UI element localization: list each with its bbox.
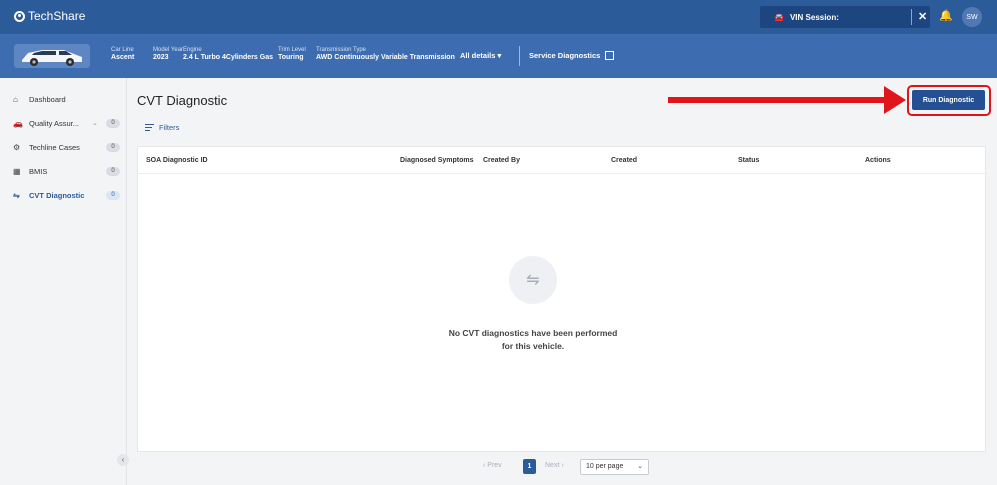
transmission-label: Transmission Type	[316, 47, 367, 53]
vin-session-field[interactable]: 🚘 VIN Session: ✕	[760, 6, 930, 28]
car-line-field: Car Line Ascent	[111, 47, 134, 61]
engine-label: Engine	[183, 47, 202, 53]
trim-level-value: Touring	[278, 54, 304, 61]
grid-icon: ▦	[13, 166, 21, 176]
all-details-dropdown[interactable]: All details ▾	[460, 51, 501, 60]
column-header[interactable]: Created By	[483, 157, 520, 164]
home-icon: ⌂	[13, 94, 18, 104]
diagnostic-icon: ⇋	[509, 256, 557, 304]
column-header: Actions	[865, 157, 891, 164]
car-icon: 🚘	[774, 12, 784, 22]
column-header[interactable]: Status	[738, 157, 759, 164]
per-page-value: 10 per page	[586, 463, 624, 470]
vehicle-bar-divider	[519, 46, 520, 66]
empty-state-message: No CVT diagnostics have been performed f…	[448, 328, 618, 351]
next-page-button[interactable]: Next ›	[545, 462, 564, 469]
trim-level-field: Trim Level Touring	[278, 47, 306, 61]
sidebar-item-dashboard[interactable]: ⌂ Dashboard	[0, 87, 127, 111]
vehicle-info-bar: Car Line Ascent Model Year 2023 Engine 2…	[0, 34, 997, 78]
sidebar-item-label: BMIS	[29, 166, 48, 176]
transmission-field: Transmission Type AWD Continuously Varia…	[316, 47, 455, 61]
brand-logo[interactable]: TechShare	[14, 9, 85, 23]
filters-label: Filters	[159, 123, 180, 132]
chevron-down-icon[interactable]: ⌄	[92, 119, 98, 127]
sidebar-item-quality-assurance[interactable]: 🚗 Quality Assur... ⌄ 0	[0, 111, 127, 135]
vin-divider	[911, 9, 912, 25]
diagnostics-table: SOA Diagnostic ID Diagnosed Symptoms Cre…	[137, 146, 986, 452]
sidebar-item-label: Dashboard	[29, 94, 66, 104]
count-badge: 0	[106, 190, 120, 200]
sidebar-item-label: CVT Diagnostic	[29, 190, 85, 200]
vin-session-label: VIN Session:	[789, 12, 839, 22]
external-link-icon	[605, 51, 615, 60]
collapse-sidebar-button[interactable]: ‹	[117, 454, 129, 466]
sidebar-item-label: Techline Cases	[29, 142, 80, 152]
filter-icon	[145, 124, 154, 132]
transmission-value: AWD Continuously Variable Transmission	[316, 54, 455, 61]
prev-page-button[interactable]: ‹ Prev	[483, 462, 502, 469]
brand-name: TechShare	[28, 9, 86, 23]
car-icon: 🚗	[13, 118, 23, 128]
page-number-button[interactable]: 1	[523, 459, 536, 474]
model-year-field: Model Year 2023	[153, 47, 183, 61]
count-badge: 0	[106, 166, 120, 176]
close-icon[interactable]: ✕	[918, 10, 927, 23]
column-header[interactable]: SOA Diagnostic ID	[146, 157, 208, 164]
support-icon: ⚙	[13, 142, 21, 152]
per-page-select[interactable]: 10 per page ⌄	[580, 459, 649, 475]
car-line-value: Ascent	[111, 54, 135, 61]
top-bar: TechShare 🚘 VIN Session: ✕ 🔔 SW	[0, 0, 997, 34]
sidebar-item-label: Quality Assur...	[29, 118, 80, 128]
trim-level-label: Trim Level	[278, 47, 306, 53]
annotation-arrow-head	[884, 86, 906, 114]
sidebar: ⌂ Dashboard 🚗 Quality Assur... ⌄ 0 ⚙ Tec…	[0, 78, 127, 485]
filters-button[interactable]: Filters	[145, 123, 179, 132]
column-header[interactable]: Created	[611, 157, 637, 164]
run-diagnostic-button[interactable]: Run Diagnostic	[912, 90, 985, 110]
count-badge: 0	[106, 142, 120, 152]
chevron-down-icon: ⌄	[637, 463, 643, 470]
vehicle-image	[14, 44, 90, 68]
sidebar-item-techline-cases[interactable]: ⚙ Techline Cases 0	[0, 135, 127, 159]
engine-value: 2.4 L Turbo 4Cylinders Gas	[183, 54, 273, 61]
sidebar-item-bmis[interactable]: ▦ BMIS 0	[0, 159, 127, 183]
count-badge: 0	[106, 118, 120, 128]
page-title: CVT Diagnostic	[137, 93, 228, 108]
service-diagnostics-link[interactable]: Service Diagnostics	[529, 51, 615, 60]
model-year-label: Model Year	[153, 47, 184, 53]
sidebar-item-cvt-diagnostic[interactable]: ⇋ CVT Diagnostic 0	[0, 183, 127, 207]
service-diagnostics-label: Service Diagnostics	[529, 51, 601, 60]
table-header: SOA Diagnostic ID Diagnosed Symptoms Cre…	[138, 147, 985, 174]
engine-field: Engine 2.4 L Turbo 4Cylinders Gas	[183, 47, 273, 61]
annotation-arrow	[668, 97, 890, 103]
column-header[interactable]: Diagnosed Symptoms	[400, 157, 474, 164]
bell-icon[interactable]: 🔔	[939, 9, 953, 22]
techshare-logo-icon	[14, 10, 25, 22]
diagnostic-icon: ⇋	[13, 190, 20, 200]
avatar[interactable]: SW	[962, 7, 982, 27]
car-line-label: Car Line	[111, 47, 134, 53]
model-year-value: 2023	[153, 54, 169, 61]
